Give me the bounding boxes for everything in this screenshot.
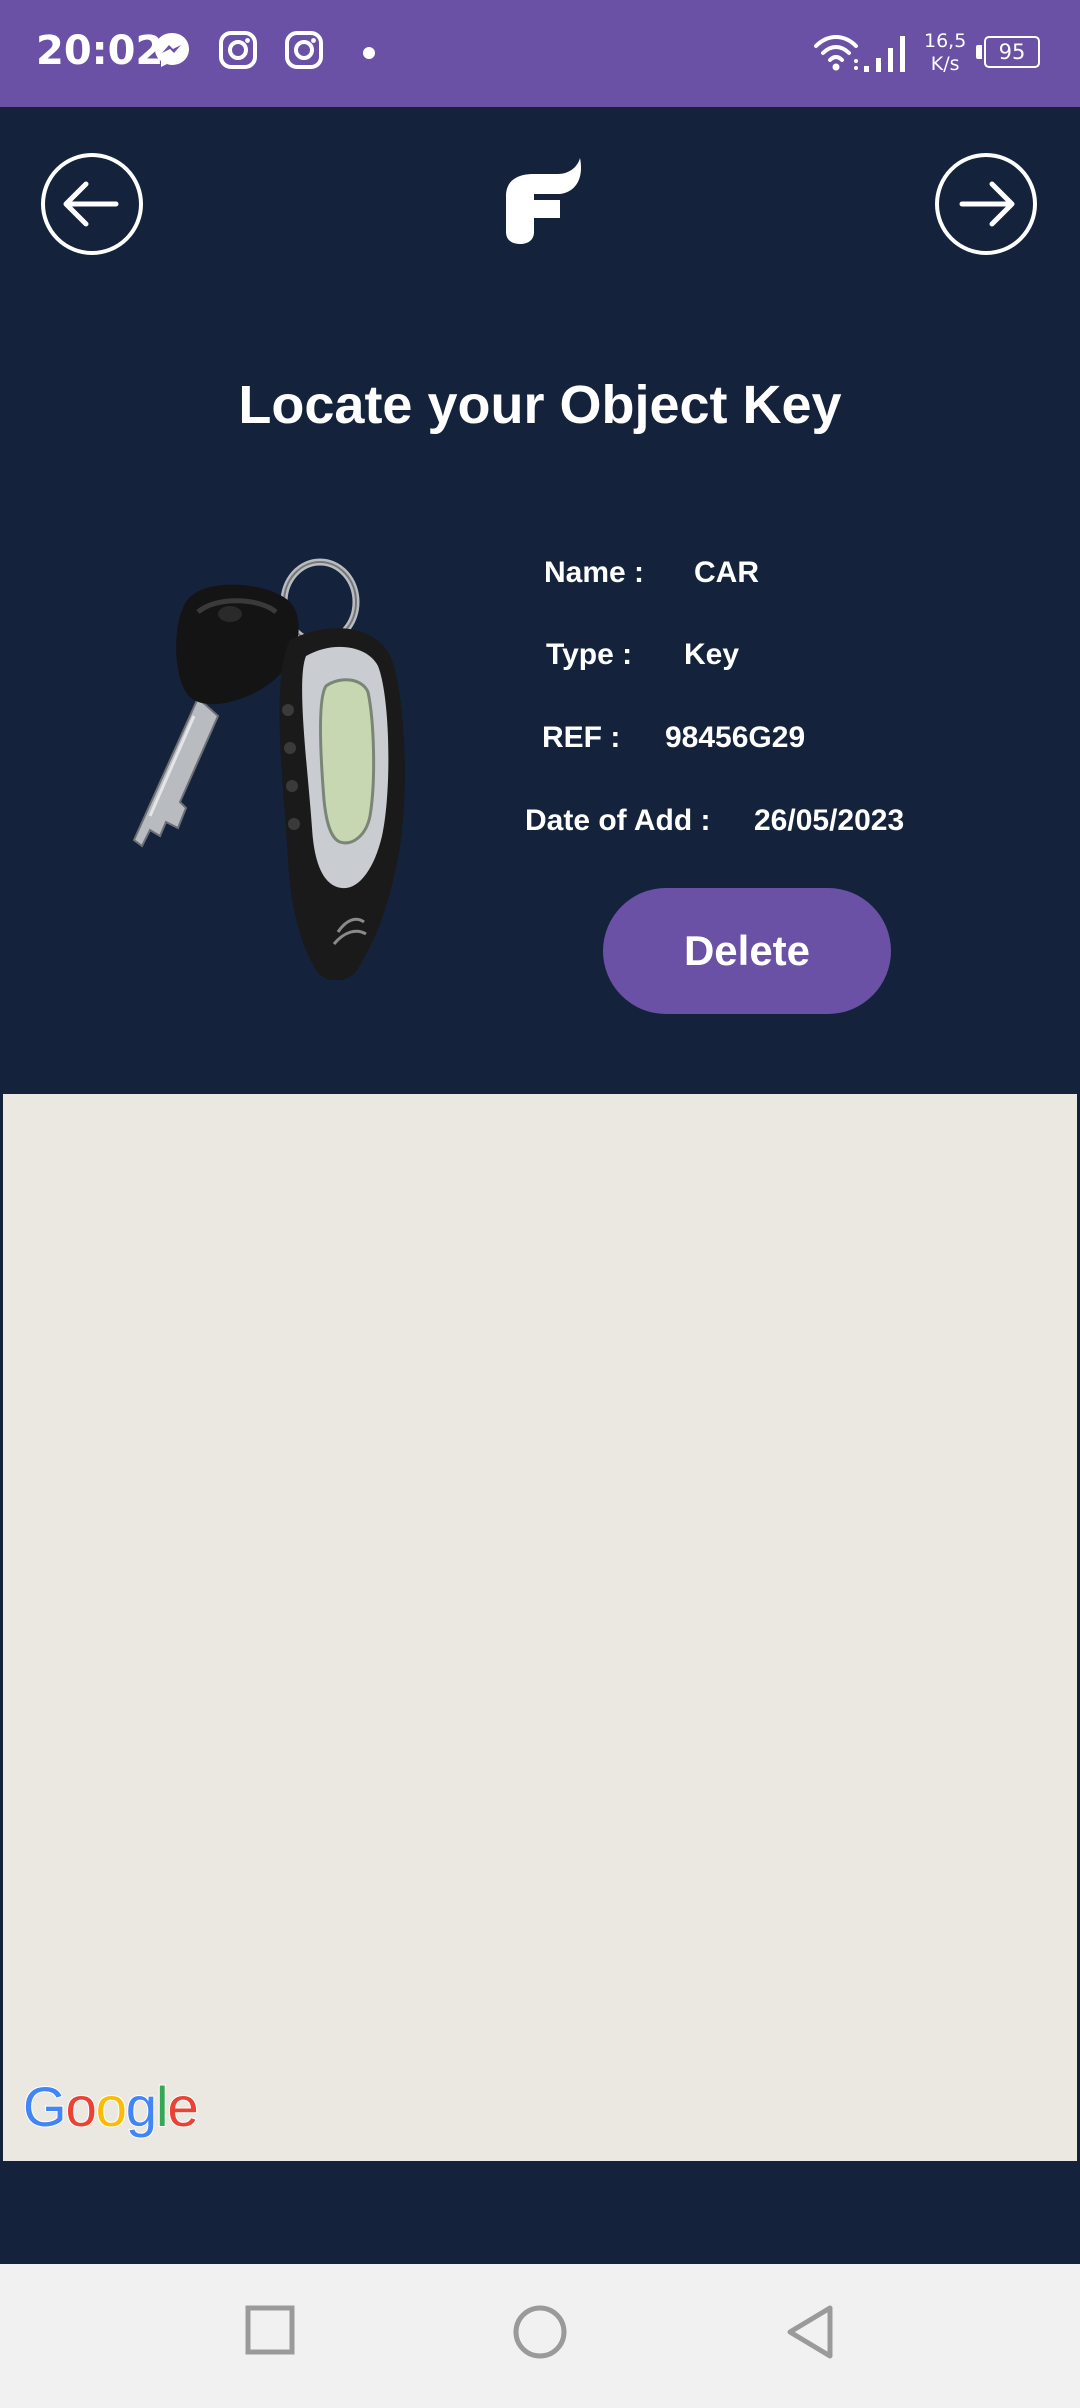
instagram-icon-2 <box>285 31 323 69</box>
signal-icon <box>864 36 905 72</box>
ref-value: 98456G29 <box>665 721 806 754</box>
wifi-icon <box>814 35 858 71</box>
type-value: Key <box>684 638 740 671</box>
notification-dot-icon <box>363 47 375 59</box>
map-view[interactable]: Google <box>3 1094 1077 2161</box>
type-label: Type : <box>546 638 633 671</box>
name-label: Name : <box>544 556 645 589</box>
delete-button[interactable]: Delete <box>603 888 891 1014</box>
page-title: Locate your Object Key <box>238 375 842 435</box>
date-of-add-value: 26/05/2023 <box>754 804 905 837</box>
instagram-icon <box>219 31 257 69</box>
home-circle-icon[interactable] <box>512 2304 568 2360</box>
status-time: 20:02 <box>36 28 164 74</box>
messenger-icon <box>155 33 189 67</box>
system-navigation-bar <box>0 2264 1080 2408</box>
car-key-image <box>132 558 405 980</box>
name-value: CAR <box>694 556 759 589</box>
recents-square-icon[interactable] <box>244 2304 296 2356</box>
network-speed-unit: K/s <box>930 53 960 75</box>
battery-tip <box>976 45 982 59</box>
date-of-add-label: Date of Add : <box>525 804 711 837</box>
battery-icon: 95 <box>984 36 1040 68</box>
status-bar: 20:02 16,5 K/s 95 <box>0 0 1080 107</box>
network-speed: 16,5 K/s <box>924 30 966 76</box>
back-triangle-icon[interactable] <box>784 2304 836 2360</box>
back-arrow-icon[interactable] <box>40 152 144 256</box>
google-logo: Google <box>22 2074 200 2139</box>
battery-level: 95 <box>998 40 1026 64</box>
forward-arrow-icon[interactable] <box>934 152 1038 256</box>
ref-label: REF : <box>542 721 621 754</box>
network-speed-value: 16,5 <box>924 30 967 52</box>
app-logo-icon <box>506 158 582 244</box>
